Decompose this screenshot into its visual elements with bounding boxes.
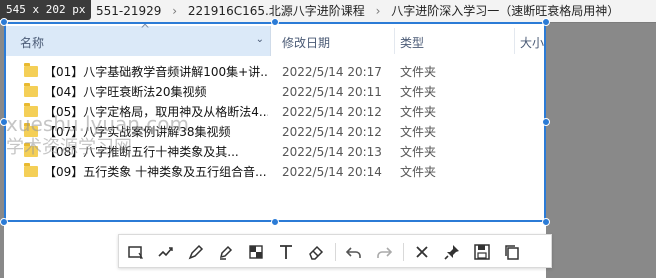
pin-icon[interactable] <box>441 241 463 263</box>
rectangle-icon[interactable] <box>125 241 147 263</box>
watermark-text: 学术资源学习网 <box>6 137 132 158</box>
column-type-header[interactable]: 类型 <box>400 34 424 51</box>
file-date: 2022/5/14 20:11 <box>282 85 382 99</box>
file-row[interactable]: 【04】八字旺衰断法20集视频 2022/5/14 20:11 文件夹 <box>4 82 546 102</box>
watermark: xueshu.lyuan.com 学术资源学习网 <box>6 112 306 160</box>
chevron-right-icon: › <box>375 4 381 18</box>
file-name: 【04】八字旺衰断法20集视频 <box>44 85 207 99</box>
file-type: 文件夹 <box>400 165 437 179</box>
file-date: 2022/5/14 20:14 <box>282 165 382 179</box>
resize-handle-bottom-left[interactable] <box>0 218 8 226</box>
column-header: ^ 名称 ⌄ 修改日期 类型 大小 <box>4 22 546 58</box>
resize-handle-top[interactable] <box>271 18 279 26</box>
column-size-header[interactable]: 大小 <box>520 34 544 51</box>
mosaic-icon[interactable] <box>245 241 267 263</box>
save-icon[interactable] <box>471 241 493 263</box>
resize-handle-right[interactable] <box>542 118 550 126</box>
close-icon[interactable] <box>411 241 433 263</box>
file-date: 2022/5/14 20:17 <box>282 65 382 79</box>
folder-icon <box>24 163 38 177</box>
selection-size-badge: 545 x 202 px <box>0 0 92 20</box>
line-icon[interactable] <box>155 241 177 263</box>
watermark-url: xueshu.lyuan.com <box>6 112 190 136</box>
folder-icon <box>24 63 38 77</box>
pen-icon[interactable] <box>185 241 207 263</box>
resize-handle-bottom[interactable] <box>271 218 279 226</box>
column-date-header[interactable]: 修改日期 <box>282 34 330 51</box>
resize-handle-bottom-right[interactable] <box>542 218 550 226</box>
annotation-toolbar <box>118 234 552 268</box>
copy-icon[interactable] <box>501 241 523 263</box>
redo-icon[interactable] <box>373 241 395 263</box>
undo-icon[interactable] <box>343 241 365 263</box>
file-type: 文件夹 <box>400 65 437 79</box>
resize-handle-left[interactable] <box>0 118 8 126</box>
marker-icon[interactable] <box>215 241 237 263</box>
toolbar-divider <box>335 243 336 261</box>
resize-handle-top-left[interactable] <box>0 18 8 26</box>
file-type: 文件夹 <box>400 105 437 119</box>
sort-up-icon: ^ <box>140 22 151 36</box>
text-icon[interactable] <box>275 241 297 263</box>
file-type: 文件夹 <box>400 85 437 99</box>
file-type: 文件夹 <box>400 145 437 159</box>
chevron-right-icon: › <box>172 4 178 18</box>
column-divider[interactable] <box>394 28 395 54</box>
address-bar[interactable]: 551-21929 › 221916C165.北源八字进阶课程 › 八字进阶深入… <box>0 0 656 23</box>
column-divider[interactable] <box>514 28 515 54</box>
file-row[interactable]: 【09】五行类象 十神类象及五行组合音... 2022/5/14 20:14 文… <box>4 162 546 182</box>
breadcrumb-item[interactable]: 八字进阶深入学习一（速断旺衰格局用神） <box>385 0 625 22</box>
folder-icon <box>24 83 38 97</box>
column-name-label: 名称 <box>20 36 45 50</box>
eraser-icon[interactable] <box>305 241 327 263</box>
toolbar-divider <box>403 243 404 261</box>
resize-handle-top-right[interactable] <box>542 18 550 26</box>
file-name: 【01】八字基础教学音频讲解100集+讲... <box>44 65 268 79</box>
file-name: 【09】五行类象 十神类象及五行组合音... <box>44 165 267 179</box>
dim-overlay <box>546 22 656 278</box>
column-name-header[interactable]: ^ 名称 ⌄ <box>4 22 271 56</box>
file-row[interactable]: 【01】八字基础教学音频讲解100集+讲... 2022/5/14 20:17 … <box>4 62 546 82</box>
file-type: 文件夹 <box>400 125 437 139</box>
chevron-down-icon[interactable]: ⌄ <box>256 34 264 45</box>
